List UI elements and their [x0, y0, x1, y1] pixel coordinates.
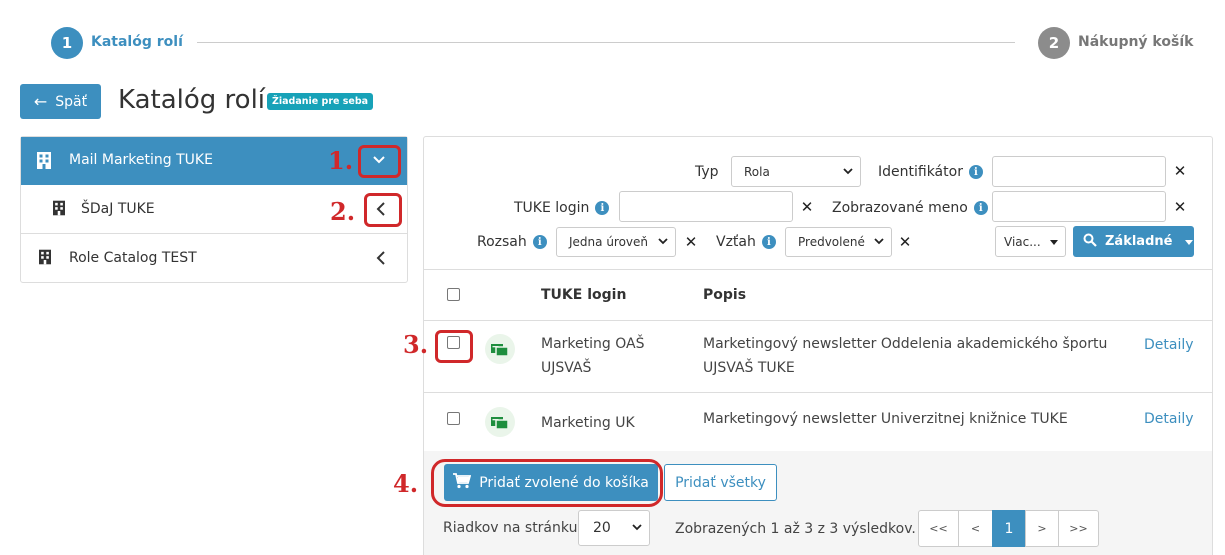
- zobrazovane-meno-label-text: Zobrazované meno: [832, 200, 968, 216]
- tree-item-label: ŠDaJ TUKE: [81, 201, 155, 217]
- column-header-tuke-login[interactable]: TUKE login: [541, 287, 626, 303]
- tuke-login-input[interactable]: [619, 191, 793, 222]
- rows-per-page-label: Riadkov na stránku: [443, 520, 578, 536]
- info-icon[interactable]: i: [532, 235, 547, 249]
- tree-item-label: Role Catalog TEST: [69, 250, 197, 266]
- info-icon[interactable]: i: [761, 235, 776, 249]
- vztah-select-value: Predvolené: [798, 235, 865, 249]
- step-1-label: Katalóg rolí: [91, 34, 183, 50]
- clear-vztah-icon[interactable]: ✕: [895, 232, 915, 252]
- chevron-left-icon[interactable]: [374, 250, 388, 270]
- page-last-button[interactable]: >>: [1058, 510, 1099, 547]
- annotation-3: 3.: [403, 330, 429, 359]
- info-icon[interactable]: i: [973, 201, 988, 215]
- detail-link[interactable]: Detaily: [1144, 337, 1194, 353]
- request-for-self-badge: Žiadanie pre seba: [267, 93, 374, 110]
- caret-down-icon[interactable]: [1184, 234, 1194, 250]
- rows-per-page-value: 20: [593, 520, 611, 536]
- search-icon: [1083, 233, 1097, 251]
- table-top-border: [424, 269, 1212, 270]
- row-login: Marketing OAŠ UJSVAŠ: [541, 332, 681, 380]
- annotation-box-1: [358, 145, 401, 178]
- arrow-left-icon: ←: [33, 92, 48, 111]
- back-button-label: Späť: [55, 93, 88, 110]
- stepper-line: [197, 42, 1015, 43]
- annotation-box-4: [431, 459, 663, 507]
- identifikator-input[interactable]: [992, 156, 1166, 187]
- more-filters-label: Viac...: [1004, 234, 1041, 249]
- rows-per-page-select[interactable]: 20: [578, 510, 650, 546]
- rozsah-label-text: Rozsah: [477, 234, 527, 250]
- zobrazovane-meno-label: Zobrazované meno i: [832, 200, 988, 216]
- caret-down-icon: [1049, 235, 1059, 249]
- row-checkbox[interactable]: [447, 412, 460, 425]
- page-prev-button[interactable]: <: [958, 510, 993, 547]
- step-2-label: Nákupný košík: [1078, 34, 1194, 50]
- typ-select-value: Rola: [744, 164, 770, 179]
- clear-zobrazovane-meno-icon[interactable]: ✕: [1170, 197, 1190, 217]
- row-description: Marketingový newsletter Univerzitnej kni…: [703, 411, 1068, 427]
- page-title: Katalóg rolí: [118, 85, 266, 115]
- tuke-login-label-text: TUKE login: [514, 200, 590, 216]
- table-row: Marketing UK Marketingový newsletter Uni…: [424, 393, 1212, 451]
- building-icon: [39, 249, 51, 269]
- building-icon: [53, 200, 65, 220]
- typ-label: Typ: [695, 164, 719, 180]
- zobrazovane-meno-input[interactable]: [992, 191, 1166, 222]
- row-login-line1: Marketing OAŠ: [541, 336, 645, 352]
- rozsah-label: Rozsah i: [477, 234, 547, 250]
- clear-tuke-login-icon[interactable]: ✕: [797, 197, 817, 217]
- identifikator-label: Identifikátor i: [878, 164, 983, 180]
- role-icon: [485, 334, 515, 364]
- tuke-login-label: TUKE login i: [514, 200, 610, 216]
- annotation-1: 1.: [328, 146, 354, 175]
- chevron-down-icon: [657, 235, 669, 249]
- more-filters-button[interactable]: Viac...: [995, 226, 1066, 257]
- annotation-4: 4.: [393, 469, 419, 498]
- clear-rozsah-icon[interactable]: ✕: [681, 232, 701, 252]
- clear-identifikator-icon[interactable]: ✕: [1170, 161, 1190, 181]
- row-description: Marketingový newsletter Oddelenia akadem…: [703, 332, 1123, 380]
- table-row: Marketing OAŠ UJSVAŠ Marketingový newsle…: [424, 321, 1212, 392]
- page-1-button[interactable]: 1: [992, 510, 1026, 547]
- annotation-2: 2.: [330, 197, 356, 226]
- rozsah-select[interactable]: Jedna úroveň: [556, 227, 676, 257]
- results-summary: Zobrazených 1 až 3 z 3 výsledkov.: [675, 521, 916, 537]
- annotation-box-3: [435, 330, 473, 363]
- search-basic-button[interactable]: Základné: [1073, 226, 1194, 257]
- info-icon[interactable]: i: [595, 201, 610, 215]
- row-description-line2: UJSVAŠ TUKE: [703, 360, 795, 376]
- page-next-button[interactable]: >: [1025, 510, 1059, 547]
- tree-item-role-catalog-test[interactable]: Role Catalog TEST: [21, 234, 407, 282]
- back-button[interactable]: ← Späť: [20, 84, 101, 119]
- step-1-number: 1: [51, 27, 83, 59]
- chevron-down-icon: [873, 235, 885, 249]
- select-all-checkbox[interactable]: [447, 288, 460, 301]
- annotation-box-2: [364, 193, 402, 227]
- chevron-down-icon: [842, 165, 854, 179]
- typ-select[interactable]: Rola: [731, 156, 861, 187]
- add-all-button[interactable]: Pridať všetky: [664, 464, 777, 501]
- row-login-line2: UJSVAŠ: [541, 360, 592, 376]
- building-icon: [37, 152, 51, 173]
- identifikator-label-text: Identifikátor: [878, 164, 963, 180]
- vztah-label-text: Vzťah: [716, 234, 756, 250]
- info-icon[interactable]: i: [968, 165, 983, 179]
- step-2-number: 2: [1038, 27, 1070, 59]
- chevron-down-icon: [631, 520, 643, 536]
- row-login: Marketing UK: [541, 415, 635, 431]
- row-description-line1: Marketingový newsletter Oddelenia akadem…: [703, 336, 1108, 352]
- vztah-label: Vzťah i: [716, 234, 776, 250]
- vztah-select[interactable]: Predvolené: [785, 227, 892, 257]
- tree-item-label: Mail Marketing TUKE: [69, 152, 213, 168]
- role-icon: [485, 407, 515, 437]
- search-basic-label: Základné: [1105, 234, 1173, 249]
- detail-link[interactable]: Detaily: [1144, 411, 1194, 427]
- rozsah-select-value: Jedna úroveň: [569, 235, 649, 249]
- page-first-button[interactable]: <<: [918, 510, 959, 547]
- column-header-popis[interactable]: Popis: [703, 287, 746, 303]
